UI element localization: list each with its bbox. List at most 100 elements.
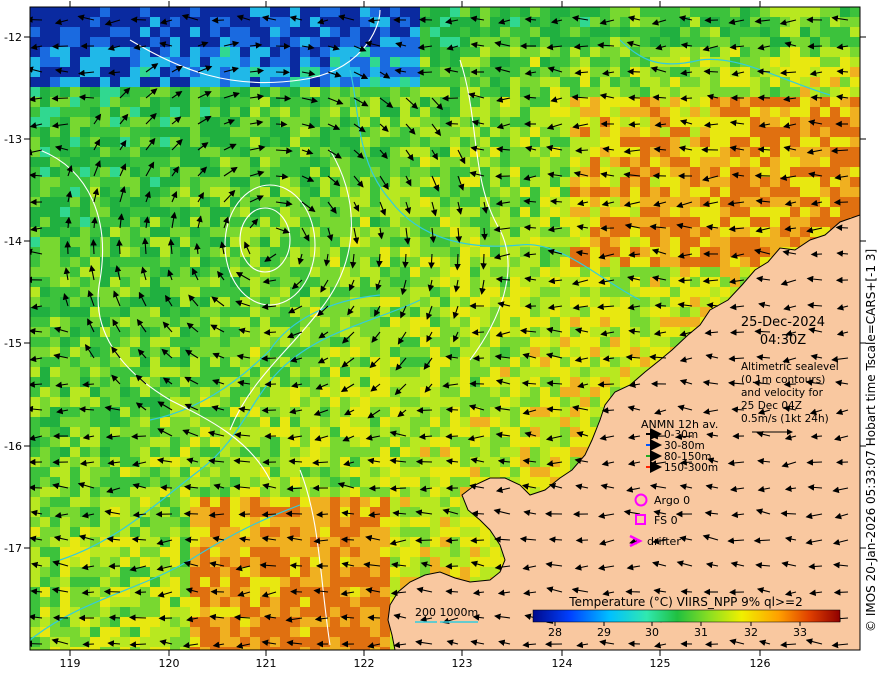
sst-cell [380,377,390,387]
sst-cell [270,377,280,387]
sst-cell [180,547,190,557]
sst-cell [490,387,500,397]
sst-cell [130,407,140,417]
sst-cell [690,117,700,127]
sst-cell [180,117,190,127]
sst-cell [670,37,680,47]
sst-cell [460,117,470,127]
sst-cell [380,327,390,337]
sst-cell [570,337,580,347]
sst-cell [250,127,260,137]
sst-cell [210,57,220,67]
sst-cell [40,467,50,477]
sst-cell [400,27,410,37]
sst-cell [730,137,740,147]
sst-cell [300,127,310,137]
sst-cell [400,367,410,377]
sst-cell [440,517,450,527]
sst-cell [200,527,210,537]
sst-cell [180,17,190,27]
sst-cell [310,27,320,37]
sst-cell [80,147,90,157]
sst-cell [830,77,840,87]
sst-cell [520,457,530,467]
sst-cell [560,307,570,317]
sst-cell [140,467,150,477]
sst-cell [600,67,610,77]
sst-cell [710,237,720,247]
sst-cell [60,27,70,37]
sst-cell [390,267,400,277]
sst-cell [60,37,70,47]
sst-cell [420,537,430,547]
sst-cell [440,337,450,347]
sst-cell [30,67,40,77]
sst-cell [80,237,90,247]
sst-cell [460,557,470,567]
sst-cell [50,257,60,267]
sst-cell [540,157,550,167]
sst-cell [550,417,560,427]
sst-cell [180,107,190,117]
sst-cell [550,137,560,147]
sst-cell [480,467,490,477]
sst-cell [510,127,520,137]
sst-cell [390,97,400,107]
sst-cell [760,17,770,27]
sst-cell [90,47,100,57]
sst-cell [330,567,340,577]
sst-cell [360,247,370,257]
sst-cell [690,237,700,247]
sst-cell [70,597,80,607]
sst-cell [510,147,520,157]
sst-cell [290,467,300,477]
sst-cell [510,107,520,117]
sst-cell [400,97,410,107]
sst-cell [560,187,570,197]
sst-cell [550,387,560,397]
sst-cell [250,427,260,437]
sst-cell [580,137,590,147]
sst-cell [70,567,80,577]
sst-cell [260,57,270,67]
sst-cell [740,87,750,97]
sst-cell [520,207,530,217]
sst-cell [720,137,730,147]
sst-cell [270,407,280,417]
sst-cell [190,497,200,507]
sst-cell [490,57,500,67]
sst-cell [140,277,150,287]
sst-cell [540,447,550,457]
sst-cell [40,417,50,427]
sst-cell [240,177,250,187]
sst-cell [620,167,630,177]
sst-cell [380,477,390,487]
sst-cell [720,87,730,97]
sst-cell [440,477,450,487]
sst-cell [270,527,280,537]
sst-cell [770,117,780,127]
sst-cell [590,297,600,307]
sst-cell [230,367,240,377]
sst-cell [710,127,720,137]
sst-cell [80,217,90,227]
sst-cell [230,47,240,57]
sst-cell [440,247,450,257]
sst-cell [610,157,620,167]
sst-cell [420,517,430,527]
sst-cell [130,367,140,377]
sst-cell [180,207,190,217]
sst-cell [380,517,390,527]
sst-cell [180,507,190,517]
sst-cell [350,247,360,257]
sst-cell [90,397,100,407]
sst-cell [620,177,630,187]
sst-cell [230,57,240,67]
sst-cell [180,147,190,157]
sst-cell [170,387,180,397]
sst-cell [110,117,120,127]
sst-cell [700,227,710,237]
sst-cell [450,477,460,487]
sst-cell [380,387,390,397]
sst-cell [650,227,660,237]
